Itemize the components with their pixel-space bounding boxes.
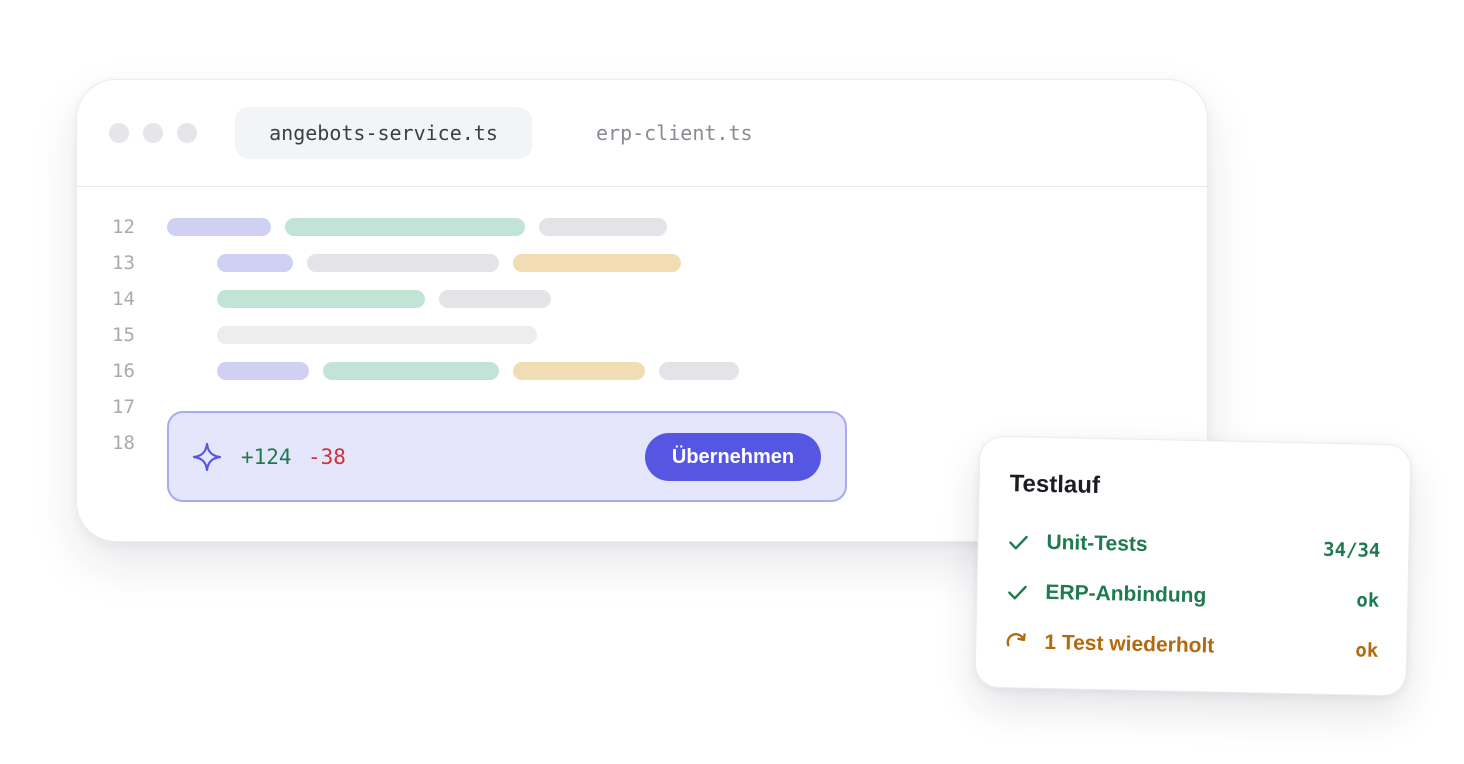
window-control-dot[interactable] xyxy=(143,123,163,143)
line-number: 18 xyxy=(112,432,135,454)
retry-icon xyxy=(1006,633,1026,647)
code-token-placeholder xyxy=(513,362,645,380)
check-icon xyxy=(1008,585,1027,600)
test-result-value: 34/34 xyxy=(1322,538,1381,562)
test-result-row: 1 Test wiederholt ok xyxy=(1004,627,1379,665)
code-token-placeholder xyxy=(539,218,667,236)
ai-suggestion-panel: +124 -38 Übernehmen xyxy=(167,411,847,502)
test-result-label: 1 Test wiederholt xyxy=(1044,630,1215,658)
test-run-title: Testlauf xyxy=(1009,470,1101,500)
test-result-row: Unit-Tests 34/34 xyxy=(1006,527,1381,565)
test-result-value: ok xyxy=(1355,639,1379,662)
code-token-placeholder xyxy=(307,254,499,272)
sparkle-icon xyxy=(192,442,222,472)
test-run-card: Testlauf Unit-Tests 34/34 ERP-Anbindung … xyxy=(974,435,1412,697)
code-token-placeholder xyxy=(439,290,551,308)
test-result-value: ok xyxy=(1356,589,1380,612)
line-number: 15 xyxy=(112,324,135,346)
line-number: 14 xyxy=(112,288,135,310)
code-token-placeholder xyxy=(217,326,537,344)
code-token-placeholder xyxy=(323,362,499,380)
apply-button[interactable]: Übernehmen xyxy=(645,433,821,481)
window-control-dot[interactable] xyxy=(177,123,197,143)
check-icon xyxy=(1009,535,1028,550)
code-token-placeholder xyxy=(217,362,309,380)
code-token-placeholder xyxy=(659,362,739,380)
code-token-placeholder xyxy=(217,290,425,308)
code-token-placeholder xyxy=(167,218,271,236)
tab-angebots-service[interactable]: angebots-service.ts xyxy=(235,107,532,159)
code-token-placeholder xyxy=(217,254,293,272)
diff-additions: +124 xyxy=(241,445,292,469)
test-result-label: Unit-Tests xyxy=(1046,530,1148,557)
line-number: 12 xyxy=(112,216,135,238)
code-token-placeholder xyxy=(513,254,681,272)
tab-erp-client[interactable]: erp-client.ts xyxy=(596,107,753,159)
editor-titlebar: angebots-service.ts erp-client.ts xyxy=(77,80,1207,187)
line-number: 16 xyxy=(112,360,135,382)
test-result-label: ERP-Anbindung xyxy=(1045,580,1207,608)
window-control-dot[interactable] xyxy=(109,123,129,143)
line-number: 13 xyxy=(112,252,135,274)
test-result-row: ERP-Anbindung ok xyxy=(1005,577,1380,615)
line-number: 17 xyxy=(112,396,135,418)
diff-deletions: -38 xyxy=(308,445,346,469)
code-token-placeholder xyxy=(285,218,525,236)
